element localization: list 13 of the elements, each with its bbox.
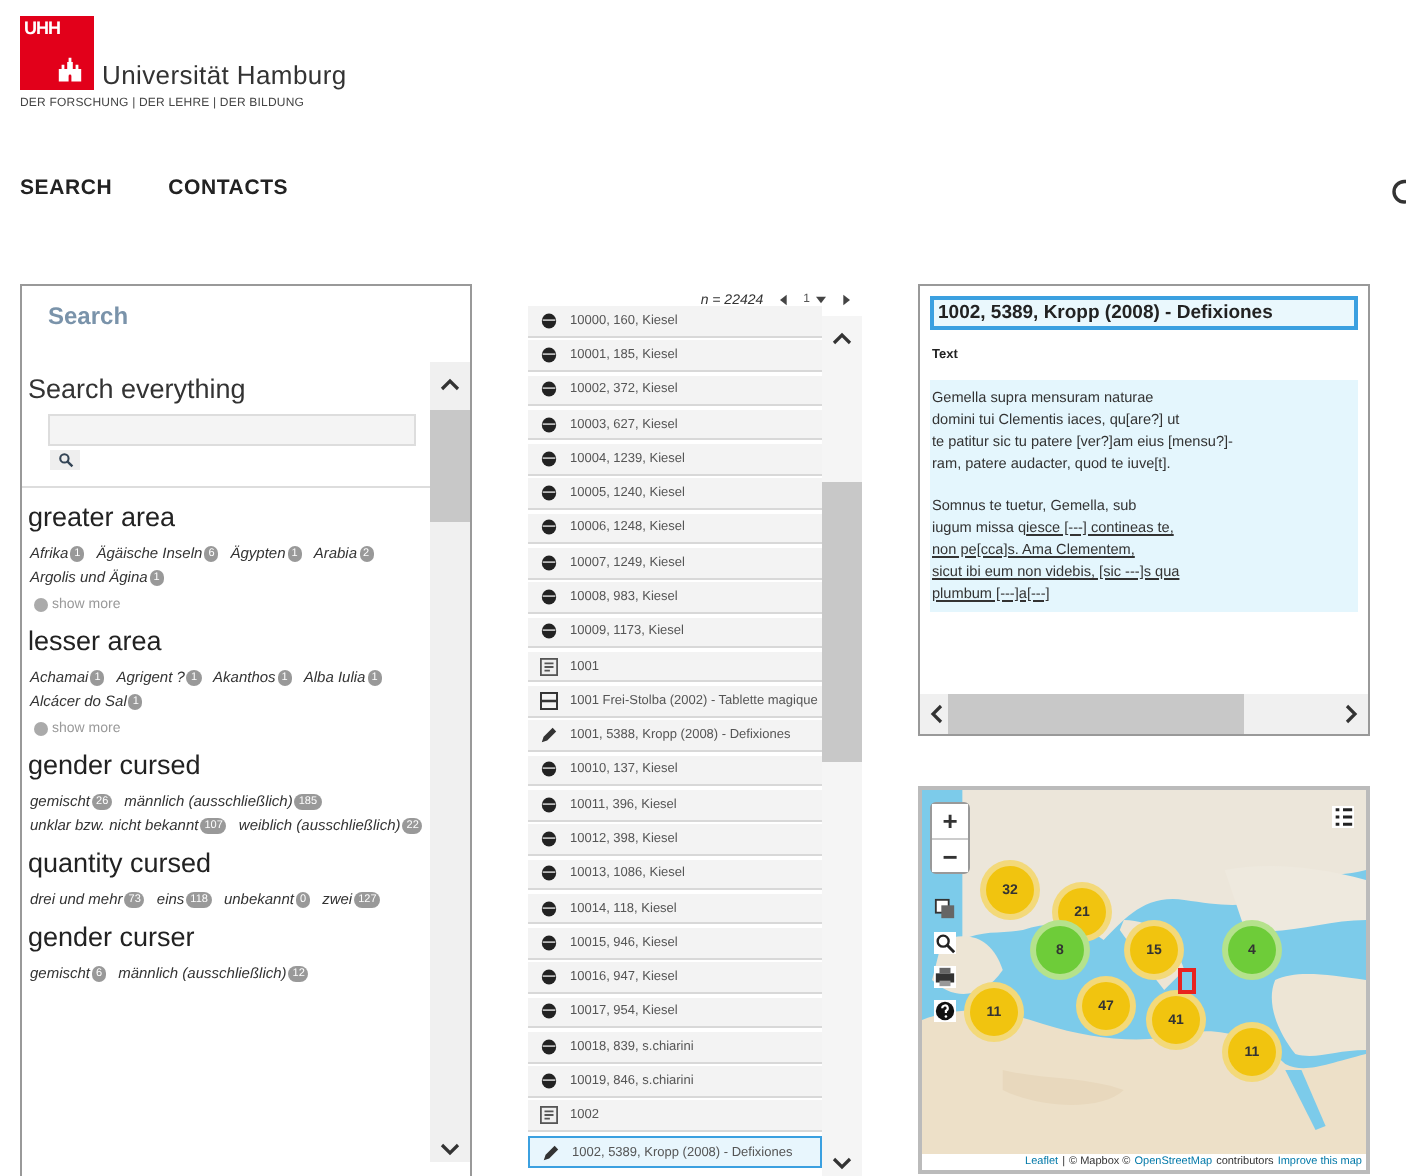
record-title: 1002, 5389, Kropp (2008) - Defixiones xyxy=(930,296,1358,330)
university-name: Universität Hamburg xyxy=(102,62,347,90)
nav-link[interactable]: CONTACTS xyxy=(168,176,289,200)
university-logo: UHH xyxy=(20,16,94,90)
zoom-out-button[interactable]: − xyxy=(932,838,968,872)
facet-heading: gender curser xyxy=(28,922,197,952)
facet-heading: greater area xyxy=(28,502,178,532)
search-label: Search everything xyxy=(28,374,248,404)
nav-link[interactable]: SEARCH xyxy=(20,176,113,200)
facet-heading: lesser area xyxy=(28,626,164,656)
facet-heading: quantity cursed xyxy=(28,848,214,878)
facet-heading: gender cursed xyxy=(28,750,203,780)
panel-title: Search xyxy=(46,300,131,334)
